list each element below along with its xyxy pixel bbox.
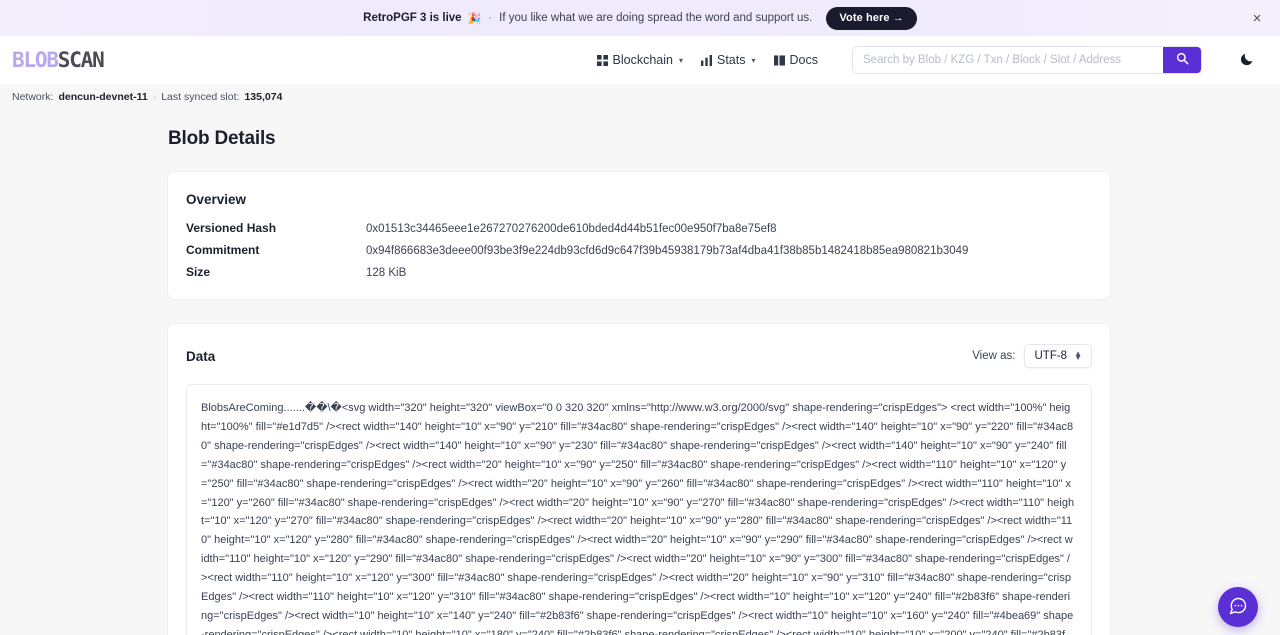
promo-separator: · bbox=[488, 12, 493, 24]
overview-row-size: Size 128 KiB bbox=[186, 265, 1092, 279]
promo-message: If you like what we are doing spread the… bbox=[499, 12, 813, 24]
close-icon[interactable]: × bbox=[1248, 9, 1266, 27]
nav-item-stats[interactable]: Stats ▾ bbox=[701, 53, 756, 67]
page-content: Blob Details Overview Versioned Hash 0x0… bbox=[0, 110, 1280, 635]
site-header: BLOB SCAN Blockchain ▾ Stats ▾ Docs bbox=[0, 36, 1280, 84]
data-card: Data View as: UTF-8 ▲ ▼ BlobsAreComing...… bbox=[168, 324, 1110, 635]
network-separator: · bbox=[152, 91, 157, 103]
promo-headline: RetroPGF 3 is live bbox=[363, 12, 462, 24]
blob-data-text: BlobsAreComing.......��\�<svg width="320… bbox=[201, 402, 1075, 635]
chevron-down-icon: ▾ bbox=[678, 55, 683, 65]
network-value: dencun-devnet-11 bbox=[58, 91, 148, 103]
data-card-header: Data View as: UTF-8 ▲ ▼ bbox=[186, 344, 1092, 368]
data-title: Data bbox=[186, 348, 216, 364]
grid-icon bbox=[596, 54, 608, 66]
logo-text-secondary: SCAN bbox=[57, 48, 105, 72]
dark-mode-toggle[interactable] bbox=[1236, 49, 1258, 71]
chevron-updown-icon: ▲ ▼ bbox=[1074, 348, 1082, 362]
last-synced-slot-value: 135,074 bbox=[244, 91, 283, 103]
nav-label-docs: Docs bbox=[789, 53, 818, 67]
nav-item-blockchain[interactable]: Blockchain ▾ bbox=[596, 53, 683, 67]
nav-label-blockchain: Blockchain bbox=[612, 53, 673, 67]
promo-banner: RetroPGF 3 is live 🎉 · If you like what … bbox=[0, 0, 1280, 36]
search-button[interactable] bbox=[1163, 47, 1201, 73]
blobscan-logo[interactable]: BLOB SCAN bbox=[12, 48, 105, 72]
encoding-select-value: UTF-8 bbox=[1034, 350, 1068, 362]
logo-text-primary: BLOB bbox=[12, 48, 59, 72]
book-icon bbox=[773, 54, 785, 66]
search-bar bbox=[852, 46, 1202, 74]
commitment-value: 0x94f866683e3deee00f93be3f9e224db93cfd6d… bbox=[366, 245, 969, 257]
nav-label-stats: Stats bbox=[717, 53, 746, 67]
size-label: Size bbox=[186, 265, 211, 279]
network-label: Network: bbox=[12, 91, 54, 103]
overview-card: Overview Versioned Hash 0x01513c34465eee… bbox=[168, 172, 1110, 299]
chevron-down-icon: ▾ bbox=[751, 55, 756, 65]
overview-row-commitment: Commitment 0x94f866683e3deee00f93be3f9e2… bbox=[186, 243, 1092, 257]
vote-here-button[interactable]: Vote here → bbox=[826, 6, 917, 30]
encoding-select[interactable]: UTF-8 ▲ ▼ bbox=[1024, 344, 1092, 368]
view-as-control: View as: UTF-8 ▲ ▼ bbox=[972, 344, 1092, 368]
chat-bubble-icon bbox=[1228, 596, 1248, 619]
search-icon bbox=[1176, 52, 1189, 68]
blob-data-viewer[interactable]: BlobsAreComing.......��\�<svg width="320… bbox=[186, 384, 1092, 635]
size-value: 128 KiB bbox=[366, 267, 407, 279]
page-title: Blob Details bbox=[168, 128, 276, 149]
chat-support-button[interactable] bbox=[1218, 587, 1258, 627]
search-input[interactable] bbox=[853, 47, 1163, 73]
nav-item-docs[interactable]: Docs bbox=[773, 53, 818, 67]
versioned-hash-value: 0x01513c34465eee1e267270276200de610bded4… bbox=[366, 223, 777, 235]
network-status-bar: Network: dencun-devnet-11 · Last synced … bbox=[0, 84, 1280, 110]
commitment-label: Commitment bbox=[186, 243, 260, 257]
party-popper-icon: 🎉 bbox=[467, 12, 482, 25]
overview-row-versioned-hash: Versioned Hash 0x01513c34465eee1e2672702… bbox=[186, 221, 1092, 235]
overview-title: Overview bbox=[186, 192, 247, 207]
last-synced-slot-label: Last synced slot: bbox=[161, 91, 240, 103]
bar-chart-icon bbox=[701, 54, 712, 66]
view-as-label: View as: bbox=[972, 350, 1016, 362]
main-navigation: Blockchain ▾ Stats ▾ Docs bbox=[596, 46, 1258, 74]
versioned-hash-label: Versioned Hash bbox=[186, 221, 277, 235]
moon-icon bbox=[1240, 51, 1255, 69]
